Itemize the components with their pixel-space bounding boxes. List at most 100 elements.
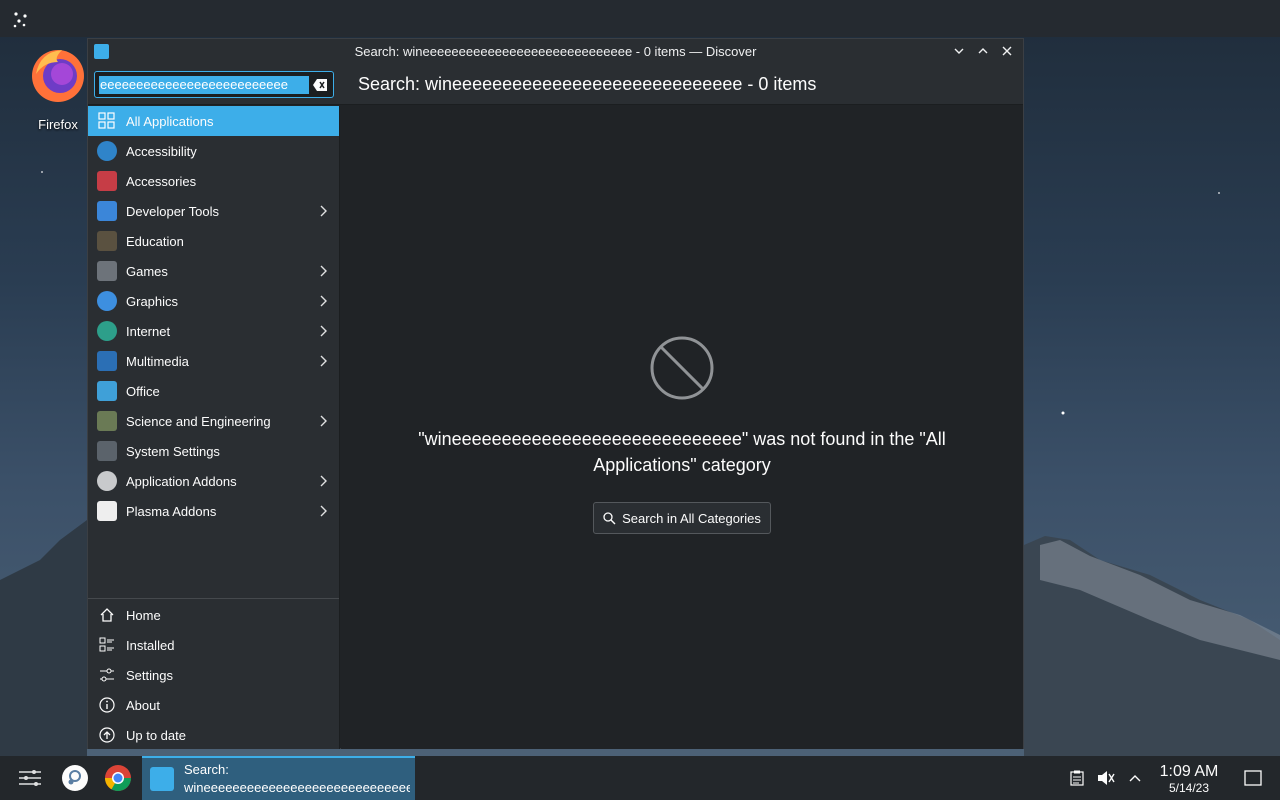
header-bar: eeeeeeeeeeeeeeeeeeeeeeeeee Search: winee… xyxy=(88,63,1023,105)
update-icon xyxy=(97,725,117,745)
page-title: Search: wineeeeeeeeeeeeeeeeeeeeeeeeeeeee… xyxy=(358,74,817,94)
desktop-icon-label: Firefox xyxy=(38,117,78,132)
category-label: Plasma Addons xyxy=(126,503,217,519)
close-icon[interactable] xyxy=(997,41,1017,61)
firefox-icon xyxy=(32,50,84,102)
category-item-science-and-engineering[interactable]: Science and Engineering xyxy=(88,406,339,436)
discover-task-icon xyxy=(150,767,174,791)
grid-icon xyxy=(97,111,117,131)
category-label: Graphics xyxy=(126,293,179,309)
chevron-right-icon xyxy=(320,505,327,517)
window-titlebar[interactable]: Search: wineeeeeeeeeeeeeeeeeeeeeeeeeeeee… xyxy=(88,39,1023,63)
toolbox-icon xyxy=(97,171,117,191)
task-title-line1: Search: xyxy=(184,762,229,777)
search-input-selected-text[interactable]: eeeeeeeeeeeeeeeeeeeeeeeeee xyxy=(99,76,309,94)
category-item-plasma-addons[interactable]: Plasma Addons xyxy=(88,496,339,526)
chevron-right-icon xyxy=(320,205,327,217)
flask-icon xyxy=(97,411,117,431)
chevron-right-icon xyxy=(320,415,327,427)
taskbar: Search: wineeeeeeeeeeeeeeeeeeeeeeeeeeeee… xyxy=(0,756,1280,800)
tray-expand-icon[interactable] xyxy=(1125,768,1145,788)
category-item-education[interactable]: Education xyxy=(88,226,339,256)
desktop-icon-firefox[interactable]: Firefox xyxy=(22,44,94,132)
addons-icon xyxy=(97,471,117,491)
clear-search-icon[interactable] xyxy=(312,77,328,93)
steam-taskbar-icon[interactable] xyxy=(61,764,89,792)
chevron-right-icon xyxy=(320,355,327,367)
plasma-icon xyxy=(97,501,117,521)
info-icon xyxy=(97,695,117,715)
category-label: Developer Tools xyxy=(126,203,219,219)
globe-icon xyxy=(97,321,117,341)
category-label: Office xyxy=(126,383,160,399)
discover-window: Search: wineeeeeeeeeeeeeeeeeeeeeeeeeeeee… xyxy=(87,38,1024,749)
category-item-accessories[interactable]: Accessories xyxy=(88,166,339,196)
nav-item-label: Up to date xyxy=(126,727,186,743)
search-all-label: Search in All Categories xyxy=(622,510,761,526)
chevron-right-icon xyxy=(320,265,327,277)
category-item-developer-tools[interactable]: Developer Tools xyxy=(88,196,339,226)
graphics-icon xyxy=(97,291,117,311)
nav-list: Home Installed Settings About Up to date xyxy=(88,600,339,750)
show-desktop-icon[interactable] xyxy=(1243,768,1263,788)
app-launcher-icon[interactable] xyxy=(16,764,44,792)
category-label: Accessibility xyxy=(126,143,197,159)
no-results-icon xyxy=(650,336,714,400)
maximize-icon[interactable] xyxy=(973,41,993,61)
clock-time[interactable]: 1:09 AM xyxy=(1150,763,1228,781)
nav-item-about[interactable]: About xyxy=(88,690,339,720)
window-title: Search: wineeeeeeeeeeeeeeeeeeeeeeeeeeeee… xyxy=(354,43,757,59)
category-label: System Settings xyxy=(126,443,220,459)
category-label: Games xyxy=(126,263,168,279)
sidebar: All Applications Accessibility Accessories… xyxy=(88,106,340,749)
steam-menu-icon[interactable] xyxy=(10,8,32,30)
chalkboard-icon xyxy=(97,231,117,251)
category-item-multimedia[interactable]: Multimedia xyxy=(88,346,339,376)
category-label: Internet xyxy=(126,323,171,339)
nav-item-label: Settings xyxy=(126,667,173,683)
top-panel xyxy=(0,0,1280,37)
chevron-right-icon xyxy=(320,295,327,307)
task-title-line2: wineeeeeeeeeeeeeeeeeeeeeeeeeeeee... xyxy=(184,780,410,795)
nav-item-home[interactable]: Home xyxy=(88,600,339,630)
category-label: Science and Engineering xyxy=(126,413,271,429)
search-icon xyxy=(603,511,616,524)
category-item-system-settings[interactable]: System Settings xyxy=(88,436,339,466)
category-item-internet[interactable]: Internet xyxy=(88,316,339,346)
office-icon xyxy=(97,381,117,401)
nav-item-installed[interactable]: Installed xyxy=(88,630,339,660)
category-item-accessibility[interactable]: Accessibility xyxy=(88,136,339,166)
category-list: All Applications Accessibility Accessories… xyxy=(88,106,339,526)
nav-item-label: Home xyxy=(126,607,161,623)
category-item-all-applications[interactable]: All Applications xyxy=(88,106,339,136)
nav-item-settings[interactable]: Settings xyxy=(88,660,339,690)
gamepad-icon xyxy=(97,261,117,281)
search-input[interactable]: eeeeeeeeeeeeeeeeeeeeeeeeee xyxy=(94,71,334,98)
clipboard-icon[interactable] xyxy=(1067,768,1087,788)
minimize-icon[interactable] xyxy=(949,41,969,61)
wrench-icon xyxy=(97,201,117,221)
nav-item-label: About xyxy=(126,697,160,713)
accessibility-icon xyxy=(97,141,117,161)
nav-item-label: Installed xyxy=(126,637,175,653)
volume-muted-icon[interactable] xyxy=(1096,768,1116,788)
task-discover[interactable]: Search: wineeeeeeeeeeeeeeeeeeeeeeeeeeeee… xyxy=(142,756,415,800)
category-label: All Applications xyxy=(126,113,214,129)
category-item-games[interactable]: Games xyxy=(88,256,339,286)
category-item-application-addons[interactable]: Application Addons xyxy=(88,466,339,496)
chevron-right-icon xyxy=(320,325,327,337)
category-item-office[interactable]: Office xyxy=(88,376,339,406)
category-label: Application Addons xyxy=(126,473,237,489)
category-label: Accessories xyxy=(126,173,197,189)
category-item-graphics[interactable]: Graphics xyxy=(88,286,339,316)
sliders-icon xyxy=(97,665,117,685)
monitor-icon xyxy=(97,351,117,371)
clock-date[interactable]: 5/14/23 xyxy=(1150,781,1228,795)
search-all-categories-button[interactable]: Search in All Categories xyxy=(593,502,771,534)
chevron-right-icon xyxy=(320,475,327,487)
chrome-icon[interactable] xyxy=(104,764,132,792)
nav-item-up-to-date[interactable]: Up to date xyxy=(88,720,339,750)
main-content: "wineeeeeeeeeeeeeeeeeeeeeeeeeeeee" was n… xyxy=(341,106,1023,749)
category-label: Education xyxy=(126,233,184,249)
sidebar-divider xyxy=(88,598,339,599)
